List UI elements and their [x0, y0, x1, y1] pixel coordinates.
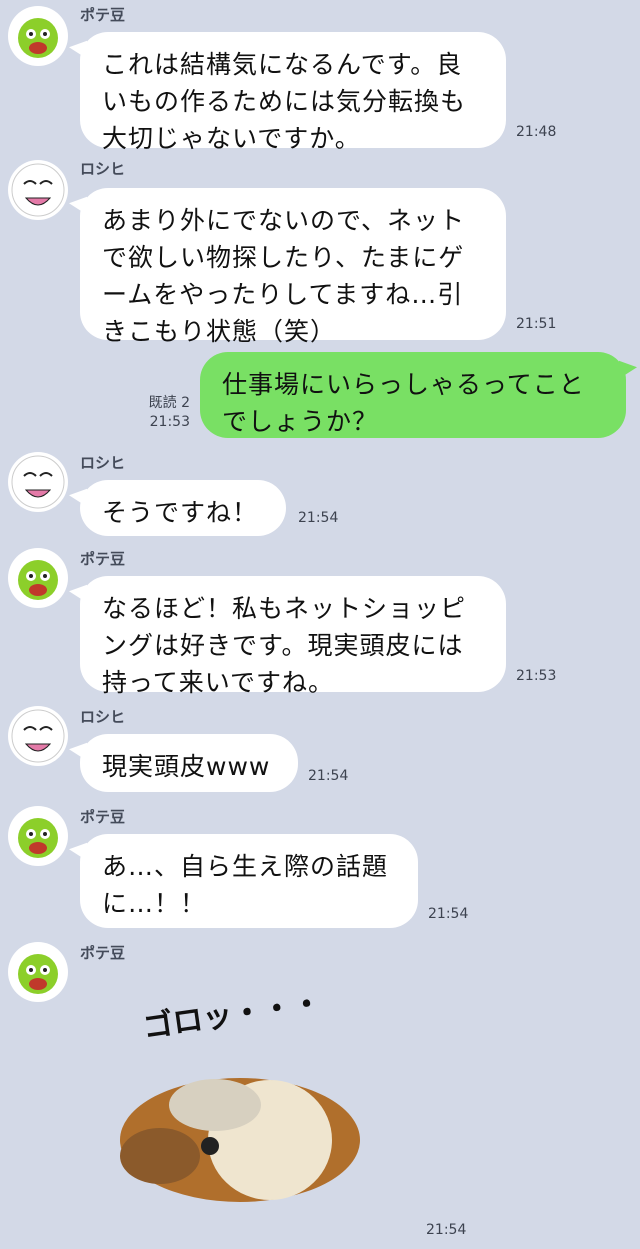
read-count: 既読 2 [148, 395, 190, 411]
timestamp: 21:54 [308, 768, 349, 784]
message-bubble[interactable]: 現実頭皮www [80, 734, 298, 792]
dog-sticker[interactable]: ゴロッ・・・ [100, 980, 370, 1225]
message-bubble[interactable]: 仕事場にいらっしゃるってこと でしょうか？ [200, 352, 626, 438]
pea-avatar-icon[interactable] [8, 6, 68, 66]
read-receipt: 既読 2 21:53 [130, 394, 190, 432]
timestamp: 21:54 [426, 1222, 467, 1238]
old-man-avatar-icon[interactable] [8, 706, 68, 766]
timestamp: 21:53 [149, 414, 190, 430]
message-bubble[interactable]: あまり外にでないので、ネット で欲しい物探したり、たまにゲ ームをやったりしてま… [80, 188, 506, 346]
timestamp: 21:54 [298, 510, 339, 526]
old-man-avatar-icon[interactable] [8, 452, 68, 512]
message-bubble[interactable]: なるほど！私もネットショッピ ングは好きです。現実頭皮には 持って来いですね。 [80, 576, 506, 697]
timestamp: 21:51 [516, 316, 557, 332]
message-bubble[interactable]: これは結構気になるんです。良 いもの作るためには気分転換も 大切じゃないですか。 [80, 32, 506, 153]
sender-name: ポテ豆 [80, 550, 126, 568]
pea-avatar-icon[interactable] [8, 548, 68, 608]
sender-name: ポテ豆 [80, 6, 126, 24]
pea-avatar-icon[interactable] [8, 806, 68, 866]
timestamp: 21:53 [516, 668, 557, 684]
timestamp: 21:48 [516, 124, 557, 140]
message-bubble[interactable]: あ…、自ら生え際の話題 に…！！ [80, 834, 418, 928]
message-bubble[interactable]: そうですね！ [80, 480, 286, 536]
timestamp: 21:54 [428, 906, 469, 922]
sender-name: ポテ豆 [80, 808, 126, 826]
sender-name: ロシヒ [80, 454, 126, 472]
sender-name: ポテ豆 [80, 944, 126, 962]
sender-name: ロシヒ [80, 708, 126, 726]
sender-name: ロシヒ [80, 160, 126, 178]
pea-avatar-icon[interactable] [8, 942, 68, 1002]
old-man-avatar-icon[interactable] [8, 160, 68, 220]
